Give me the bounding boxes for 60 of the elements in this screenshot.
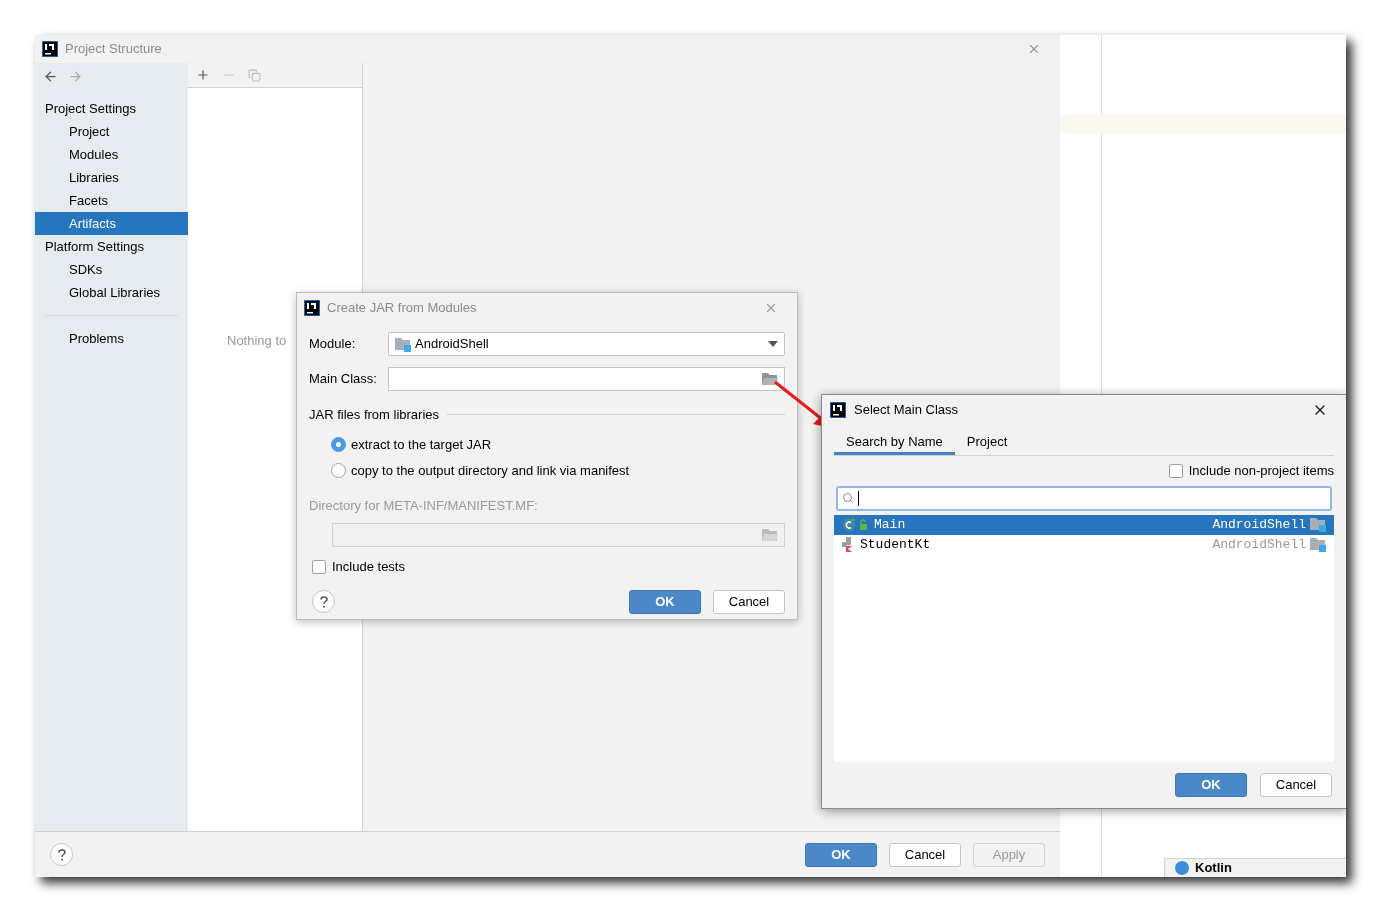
window-title: Project Structure xyxy=(65,40,162,59)
dropdown-caret-icon xyxy=(768,341,778,347)
notification-title: Kotlin xyxy=(1195,860,1232,876)
module-folder-icon xyxy=(395,336,411,352)
empty-state-text: Nothing to xyxy=(227,332,287,350)
class-name: Main xyxy=(874,515,907,534)
sidebar-item[interactable]: Modules xyxy=(35,143,188,166)
forward-arrow-icon[interactable] xyxy=(68,68,83,84)
class-icon xyxy=(842,517,870,532)
copy-icon[interactable] xyxy=(248,68,261,82)
class-result-row[interactable]: StudentKt AndroidShell xyxy=(834,534,1334,555)
module-folder-icon xyxy=(1310,537,1326,552)
info-icon xyxy=(1175,861,1189,875)
sidebar-section-header: Platform Settings xyxy=(44,237,145,256)
sidebar-item[interactable]: Problems xyxy=(35,327,188,350)
sidebar-item[interactable]: SDKs xyxy=(35,258,188,281)
dialog-title: Select Main Class xyxy=(854,401,959,420)
sidebar-item[interactable]: Facets xyxy=(35,189,188,212)
add-icon[interactable] xyxy=(196,68,210,82)
sidebar-item[interactable]: Artifacts xyxy=(35,212,188,235)
cancel-button[interactable]: Cancel xyxy=(889,842,961,867)
search-field[interactable] xyxy=(836,485,1332,511)
main-class-field[interactable] xyxy=(388,367,785,391)
app-logo-icon xyxy=(42,41,58,57)
sidebar-section-header: Project Settings xyxy=(44,99,138,118)
radio-option[interactable]: copy to the output directory and link via manifest xyxy=(331,461,785,480)
ok-button[interactable]: OK xyxy=(1175,773,1247,797)
cancel-button[interactable]: Cancel xyxy=(713,589,785,614)
help-button[interactable] xyxy=(50,843,73,866)
help-icon xyxy=(57,848,66,861)
sidebar-item[interactable]: Libraries xyxy=(35,166,188,189)
module-name: AndroidShell xyxy=(1212,515,1306,534)
tab[interactable]: Search by Name xyxy=(834,431,955,455)
help-icon xyxy=(319,595,328,608)
app-logo-icon xyxy=(304,300,320,316)
sidebar-item[interactable]: Project xyxy=(35,120,188,143)
help-button[interactable] xyxy=(312,590,335,613)
module-name: AndroidShell xyxy=(1212,535,1306,554)
folder-icon xyxy=(762,528,778,542)
field-label: Main Class: xyxy=(309,370,378,389)
dialog-title: Create JAR from Modules xyxy=(327,299,477,318)
field-label: Module: xyxy=(309,335,357,354)
search-icon xyxy=(842,492,854,504)
text-cursor xyxy=(858,490,859,506)
include-tests-checkbox[interactable]: Include tests xyxy=(312,557,785,577)
module-folder-icon xyxy=(1310,517,1326,532)
class-result-row[interactable]: Main AndroidShell xyxy=(834,514,1334,535)
ok-button[interactable]: OK xyxy=(629,589,701,614)
sidebar-item[interactable]: Global Libraries xyxy=(35,281,188,304)
folder-icon xyxy=(762,372,778,386)
ok-button[interactable]: OK xyxy=(805,842,877,867)
include-non-project-checkbox[interactable]: Include non-project items xyxy=(1168,461,1334,481)
class-name: StudentKt xyxy=(860,535,932,554)
field-label: Directory for META-INF/MANIFEST.MF: xyxy=(309,496,539,515)
section-title: JAR files from libraries xyxy=(309,406,440,424)
tab[interactable]: Project xyxy=(954,431,1020,455)
cancel-button[interactable]: Cancel xyxy=(1260,773,1332,797)
radio-option[interactable]: extract to the target JAR xyxy=(331,435,785,454)
module-dropdown[interactable]: AndroidShell xyxy=(388,332,785,356)
app-logo-icon xyxy=(830,402,846,418)
